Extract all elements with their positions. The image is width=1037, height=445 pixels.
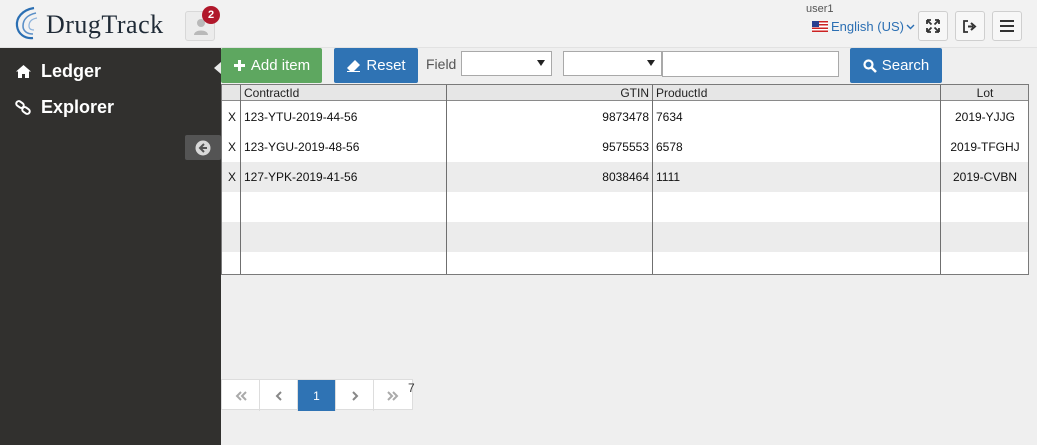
logo-icon [15, 6, 38, 40]
column-header-lot[interactable]: Lot [941, 85, 1028, 100]
table-row[interactable]: X 127-YPK-2019-41-56 8038464 1111 2019-C… [222, 162, 1028, 192]
cell-contractid: 123-YTU-2019-44-56 [244, 110, 358, 124]
empty-row [222, 252, 1028, 274]
search-label: Search [881, 57, 930, 74]
plus-icon [233, 59, 246, 72]
double-chevron-left-icon [235, 390, 247, 401]
cell-contractid: 127-YPK-2019-41-56 [244, 170, 358, 184]
cell-productid: 7634 [656, 110, 683, 124]
column-divider [446, 85, 447, 274]
language-selector[interactable]: English (US) [812, 19, 915, 34]
operator-select[interactable] [563, 51, 662, 76]
field-label: Field [426, 56, 457, 72]
us-flag-icon [812, 21, 828, 32]
column-header-gtin[interactable]: GTIN [447, 85, 652, 100]
cell-lot: 2019-TFGHJ [950, 140, 1020, 154]
sidebar-item-ledger[interactable]: Ledger [15, 61, 101, 82]
column-header-productid[interactable]: ProductId [653, 85, 940, 100]
username-label: user1 [806, 3, 834, 15]
home-icon [15, 64, 35, 79]
cell-gtin: 8038464 [602, 170, 649, 184]
column-header-action [222, 85, 240, 100]
column-header-contractid[interactable]: ContractId [241, 85, 446, 100]
delete-row-button[interactable]: X [225, 162, 240, 192]
reset-button[interactable]: Reset [334, 48, 418, 83]
app-window: DrugTrack 2 user1 English (US) Ledger Ex… [0, 0, 1037, 445]
sidebar-item-label: Explorer [41, 97, 115, 117]
dropdown-arrow-icon [647, 60, 655, 66]
eraser-icon [346, 59, 361, 72]
column-divider [652, 85, 653, 274]
grid-header: ContractId GTIN ProductId Lot [222, 85, 1028, 101]
empty-row [222, 192, 1028, 222]
logout-icon [963, 19, 977, 33]
total-count: 7 [408, 381, 415, 395]
table-row[interactable]: X 123-YGU-2019-48-56 9575553 6578 2019-T… [222, 132, 1028, 162]
search-button[interactable]: Search [850, 48, 942, 83]
dropdown-arrow-icon [537, 60, 545, 66]
cell-productid: 6578 [656, 140, 683, 154]
arrow-left-circle-icon [195, 140, 211, 155]
chevron-down-icon [906, 24, 915, 29]
previous-page-button[interactable] [260, 380, 298, 411]
expand-icon [926, 19, 940, 33]
table-row[interactable]: X 123-YTU-2019-44-56 9873478 7634 2019-Y… [222, 102, 1028, 132]
field-select[interactable] [461, 51, 552, 76]
fullscreen-button[interactable] [918, 11, 948, 41]
add-item-button[interactable]: Add item [221, 48, 322, 83]
link-icon [15, 100, 35, 115]
notification-badge: 2 [202, 6, 220, 24]
hamburger-icon [1000, 20, 1014, 32]
column-divider [940, 85, 941, 274]
last-page-button[interactable] [374, 380, 412, 411]
top-header: DrugTrack 2 user1 English (US) [0, 0, 1037, 48]
delete-row-button[interactable]: X [225, 102, 240, 132]
pagination: 1 [221, 379, 413, 411]
cell-contractid: 123-YGU-2019-48-56 [244, 140, 360, 154]
sidebar-item-explorer[interactable]: Explorer [15, 97, 114, 118]
cell-gtin: 9873478 [602, 110, 649, 124]
language-label: English (US) [831, 19, 904, 34]
cell-productid: 1111 [656, 170, 681, 184]
chevron-left-icon [275, 390, 282, 401]
cell-lot: 2019-YJJG [954, 110, 1016, 124]
search-icon [863, 58, 877, 73]
first-page-button[interactable] [222, 380, 260, 411]
column-divider [240, 85, 241, 274]
logout-button[interactable] [955, 11, 985, 41]
menu-button[interactable] [992, 11, 1022, 41]
search-input[interactable] [662, 51, 839, 77]
chevron-right-icon [351, 390, 358, 401]
delete-row-button[interactable]: X [225, 132, 240, 162]
double-chevron-right-icon [387, 390, 399, 401]
sidebar-collapse-caret[interactable] [214, 62, 221, 74]
cell-lot: 2019-CVBN [952, 170, 1018, 184]
reset-label: Reset [366, 57, 406, 74]
cell-gtin: 9575553 [602, 140, 649, 154]
page-number-current[interactable]: 1 [298, 380, 336, 411]
sidebar: Ledger Explorer [0, 48, 221, 445]
add-item-label: Add item [250, 57, 311, 74]
next-page-button[interactable] [336, 380, 374, 411]
empty-row [222, 222, 1028, 252]
brand-title: DrugTrack [46, 10, 164, 39]
collapse-sidebar-button[interactable] [185, 135, 221, 160]
data-grid: ContractId GTIN ProductId Lot X 123-YTU-… [221, 84, 1029, 275]
sidebar-item-label: Ledger [41, 61, 102, 81]
